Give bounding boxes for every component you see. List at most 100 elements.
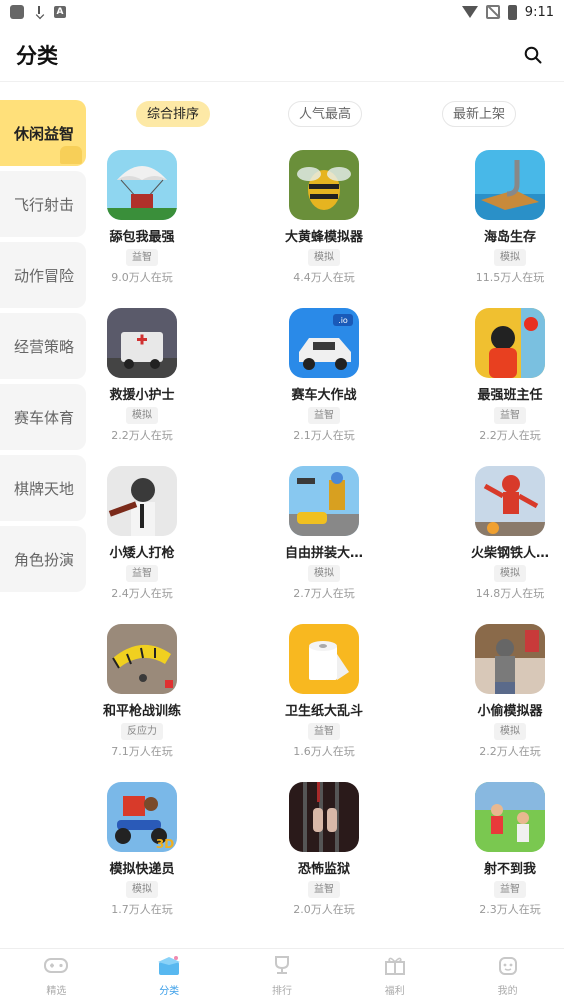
game-tag: 益智 [494,407,526,424]
nav-item-label: 我的 [497,986,518,997]
game-player-count: 7.1万人在玩 [111,745,173,758]
game-player-count: 14.8万人在玩 [475,587,545,600]
game-card[interactable]: 小偷模拟器 模拟 2.2万人在玩 [450,624,564,759]
robot-car-icon[interactable] [289,466,359,536]
trophy-icon [269,954,295,982]
yellow-parachute-icon[interactable] [107,624,177,694]
no-signal-icon [485,5,500,19]
game-card[interactable]: 和平枪战训练 反应力 7.1万人在玩 [82,624,202,759]
sidebar-item-2[interactable]: 动作冒险 [0,242,86,308]
svg-text:.io: .io [338,316,348,325]
sidebar-item-label: 棋牌天地 [14,479,75,498]
game-card[interactable]: 恐怖监狱益智 2.0万人在玩 [264,782,384,917]
sidebar-item-label: 角色扮演 [14,550,75,569]
wifi-icon [461,6,478,18]
dodge-kids-icon[interactable] [475,782,545,852]
game-tag: 益智 [126,249,158,266]
game-name[interactable]: 自由拼装大… [264,542,384,561]
nav-item-2[interactable]: 排行 [226,949,339,1002]
toilet-paper-icon[interactable] [289,624,359,694]
game-card[interactable]: 小矮人打枪 益智 2.4万人在玩 [82,466,202,601]
hero-icon[interactable] [475,466,545,536]
game-card[interactable]: .io 赛车大作战 益智 2.1万人在玩 [264,308,384,443]
nav-item-0[interactable]: 精选 [0,949,113,1002]
sidebar-item-4[interactable]: 赛车体育 [0,384,86,450]
game-player-count: 2.2万人在玩 [479,429,541,442]
game-card[interactable]: 卫生纸大乱斗 益智 1.6万人在玩 [264,624,384,759]
nav-item-label: 福利 [384,986,405,997]
nav-item-4[interactable]: 我的 [451,949,564,1002]
game-player-count: 9.0万人在玩 [111,271,173,284]
sidebar-item-3[interactable]: 经营策略 [0,313,86,379]
soldier-icon[interactable] [107,466,177,536]
game-card[interactable]: 舔包我最强益智 9.0万人在玩 [82,150,202,285]
game-name[interactable]: 模拟快递员 [82,858,202,877]
game-name[interactable]: 卫生纸大乱斗 [264,700,384,719]
game-tag: 模拟 [126,881,158,898]
game-tag: 益智 [494,881,526,898]
nav-item-3[interactable]: 福利 [338,949,451,1002]
game-card[interactable]: 救援小护士模拟 2.2万人在玩 [82,308,202,443]
sidebar-item-6[interactable]: 角色扮演 [0,526,86,592]
game-card[interactable]: 射不到我 益智 2.3万人在玩 [450,782,564,917]
search-icon[interactable] [524,46,542,64]
sidebar-item-label: 经营策略 [14,337,75,356]
game-card[interactable]: 最强班主任益智 2.2万人在玩 [450,308,564,443]
game-name[interactable]: 火柴钢铁人… [450,542,564,561]
sort-tab-1[interactable]: 人气最高 [288,101,363,127]
delivery-bike-icon[interactable]: 3D [107,782,177,852]
game-tag: 反应力 [121,723,163,740]
bee-icon[interactable] [289,150,359,220]
game-tag: 益智 [308,407,340,424]
sidebar-item-5[interactable]: 棋牌天地 [0,455,86,521]
game-name[interactable]: 大黄蜂模拟器 [264,226,384,245]
prison-hands-icon[interactable] [289,782,359,852]
sidebar-item-0[interactable]: 休闲益智 [0,100,86,166]
game-name[interactable]: 舔包我最强 [82,226,202,245]
game-card[interactable]: 火柴钢铁人… 模拟 14.8万人在玩 [450,466,564,601]
game-tag: 模拟 [494,723,526,740]
island-hook-icon[interactable] [475,150,545,220]
game-tag: 模拟 [126,407,158,424]
nav-item-1[interactable]: 分类 [113,949,226,1002]
game-card[interactable]: 自由拼装大… 模拟 2.7万人在玩 [264,466,384,601]
game-player-count: 2.0万人在玩 [293,903,355,916]
race-car-icon[interactable]: .io [289,308,359,378]
game-name[interactable]: 和平枪战训练 [82,700,202,719]
game-tag: 模拟 [494,565,526,582]
sort-tab-0[interactable]: 综合排序 [136,101,211,127]
game-name[interactable]: 救援小护士 [82,384,202,403]
ambulance-icon[interactable] [107,308,177,378]
sidebar-item-label: 动作冒险 [14,266,75,285]
sort-tabs: 综合排序 人气最高 最新上架 [96,100,564,128]
game-card[interactable]: 海岛生存 模拟 11.5万人在玩 [450,150,564,285]
teacher-icon[interactable] [475,308,545,378]
game-tag: 益智 [308,881,340,898]
header: 分类 [0,24,564,82]
game-card[interactable]: 大黄蜂模拟器 模拟 4.4万人在玩 [264,150,384,285]
game-name[interactable]: 小偷模拟器 [450,700,564,719]
game-name[interactable]: 小矮人打枪 [82,542,202,561]
game-player-count: 2.7万人在玩 [293,587,355,600]
a-notification-icon: A [54,6,66,18]
gamepad-icon [43,954,69,982]
sort-tab-2[interactable]: 最新上架 [442,101,517,127]
sidebar-item-label: 飞行射击 [14,195,75,214]
status-icons-right: 9:11 [461,4,554,20]
game-name[interactable]: 射不到我 [450,858,564,877]
parachute-crate-icon[interactable] [107,150,177,220]
sidebar-item-1[interactable]: 飞行射击 [0,171,86,237]
game-name[interactable]: 最强班主任 [450,384,564,403]
game-name[interactable]: 恐怖监狱 [264,858,384,877]
bottom-nav: 精选 分类 排行 福利 我的 [0,948,564,1002]
game-card[interactable]: 3D 模拟快递员 模拟 1.7万人在玩 [82,782,202,917]
sidebar-item-label: 休闲益智 [14,124,75,143]
game-player-count: 2.2万人在玩 [111,429,173,442]
game-name[interactable]: 海岛生存 [450,226,564,245]
game-tag: 益智 [126,565,158,582]
battery-icon [507,4,517,20]
category-sidebar: 休闲益智飞行射击动作冒险经营策略赛车体育棋牌天地角色扮演 [0,100,86,597]
game-name[interactable]: 赛车大作战 [264,384,384,403]
thief-icon[interactable] [475,624,545,694]
page-title: 分类 [16,44,58,68]
